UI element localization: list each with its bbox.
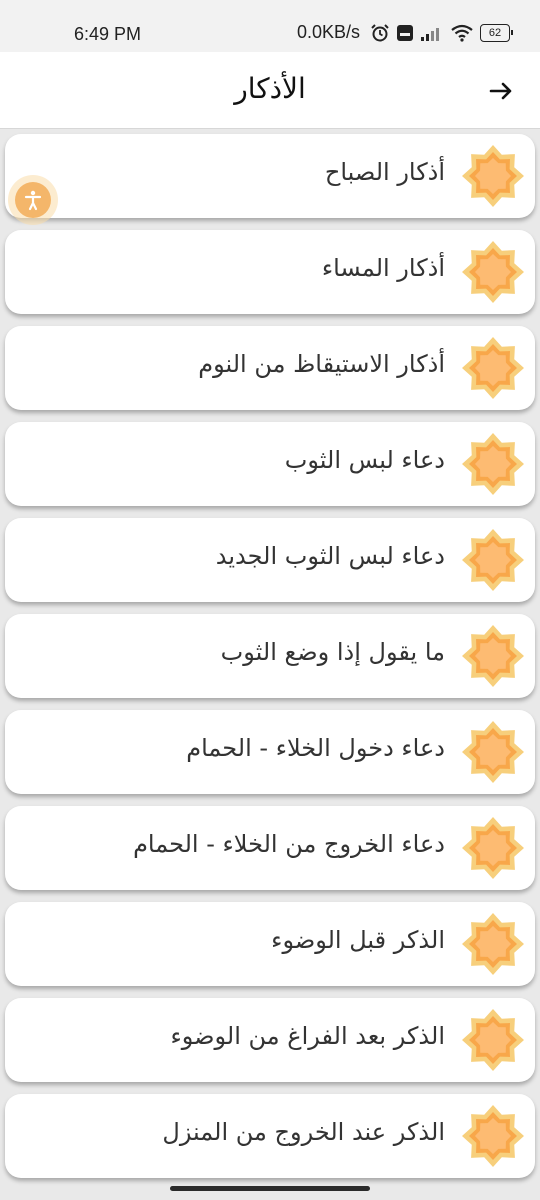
page-title: الأذكار	[234, 72, 306, 105]
star-icon	[462, 1105, 524, 1167]
list-item[interactable]: دعاء لبس الثوب	[5, 422, 535, 506]
list-item-label: الذكر قبل الوضوء	[271, 926, 445, 954]
list-item-label: دعاء الخروج من الخلاء - الحمام	[133, 830, 445, 858]
app-bar: الأذكار	[0, 52, 540, 129]
star-icon	[462, 145, 524, 207]
list-item[interactable]: الذكر عند الخروج من المنزل	[5, 1094, 535, 1178]
star-icon	[462, 529, 524, 591]
star-icon	[462, 913, 524, 975]
battery-icon: 62	[480, 23, 513, 42]
network-speed: 0.0KB/s	[296, 22, 360, 42]
star-icon	[462, 241, 524, 303]
list-item[interactable]: دعاء دخول الخلاء - الحمام	[5, 710, 535, 794]
home-indicator	[170, 1186, 370, 1191]
list-item-label: أذكار الاستيقاظ من النوم	[198, 350, 445, 378]
star-icon	[462, 433, 524, 495]
list-item-label: أذكار الصباح	[324, 158, 445, 186]
list-item[interactable]: الذكر قبل الوضوء	[5, 902, 535, 986]
list-item-label: الذكر بعد الفراغ من الوضوء	[170, 1022, 445, 1050]
status-time: 6:49 PM	[74, 24, 142, 44]
list-item-label: دعاء لبس الثوب	[284, 446, 445, 474]
back-button[interactable]	[486, 76, 516, 106]
star-icon	[462, 817, 524, 879]
star-icon	[462, 625, 524, 687]
arrow-right-icon	[489, 82, 512, 100]
wifi-icon	[451, 24, 473, 42]
list-item-label: دعاء لبس الثوب الجديد	[215, 542, 445, 570]
list-item-label: دعاء دخول الخلاء - الحمام	[186, 734, 445, 762]
list-item[interactable]: أذكار الصباح	[5, 134, 535, 218]
accessibility-button[interactable]	[8, 175, 58, 225]
list-item[interactable]: أذكار المساء	[5, 230, 535, 314]
status-icons: 0.0KB/s 62	[296, 22, 513, 43]
list-item-label: أذكار المساء	[321, 254, 445, 282]
status-bar: 6:49 PM 0.0KB/s 62	[0, 0, 540, 52]
list-item-label: الذكر عند الخروج من المنزل	[162, 1118, 445, 1146]
list-item-label: ما يقول إذا وضع الثوب	[220, 638, 445, 666]
list-item[interactable]: دعاء الخروج من الخلاء - الحمام	[5, 806, 535, 890]
list-item[interactable]: دعاء لبس الثوب الجديد	[5, 518, 535, 602]
accessibility-icon	[15, 182, 51, 218]
star-icon	[462, 1009, 524, 1071]
signal-icon	[421, 27, 439, 41]
volte-icon	[397, 24, 413, 41]
adhkar-list: أذكار الصباح أذكار المساء أذكار الاستيقاظ …	[5, 134, 535, 1190]
list-item[interactable]: أذكار الاستيقاظ من النوم	[5, 326, 535, 410]
star-icon	[462, 721, 524, 783]
list-item[interactable]: ما يقول إذا وضع الثوب	[5, 614, 535, 698]
list-item[interactable]: الذكر بعد الفراغ من الوضوء	[5, 998, 535, 1082]
star-icon	[462, 337, 524, 399]
alarm-icon	[371, 23, 389, 41]
